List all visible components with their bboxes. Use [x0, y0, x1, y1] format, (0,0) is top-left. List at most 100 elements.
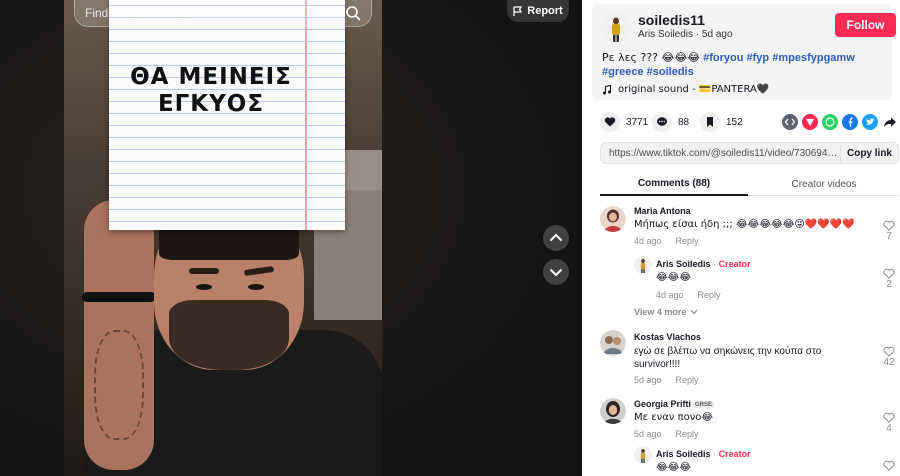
send-to-friends-icon[interactable] — [802, 114, 818, 130]
copy-link-button[interactable]: Copy link — [840, 142, 898, 164]
paper-margin — [305, 0, 307, 230]
reply-item: Aris Soiledis · Creator 😂😂😂 — [634, 446, 899, 476]
hashtag-soiledis[interactable]: #soiledis — [647, 66, 694, 78]
reply-meta: 4d ago Reply — [656, 290, 721, 300]
paper-line-1: ΘΑ ΜΕΙΝΕΙΣ — [130, 64, 292, 90]
separator: · — [713, 259, 717, 269]
follow-button[interactable]: Follow — [835, 13, 896, 37]
comment-like[interactable]: 4 — [879, 412, 899, 434]
whatsapp-icon[interactable] — [822, 114, 838, 130]
reply-avatar[interactable] — [634, 446, 652, 464]
commenter-name-text[interactable]: Georgia Prifti — [634, 399, 691, 409]
like-count: 3771 — [626, 116, 649, 128]
video-player[interactable]: ΘΑ ΜΕΙΝΕΙΣ ΕΓΚΥΟΣ Report — [0, 0, 582, 476]
reply-text: 😂😂😂 — [656, 272, 692, 283]
save-count: 152 — [726, 116, 743, 128]
reply-button[interactable]: Reply — [676, 236, 699, 246]
comment-like[interactable]: 42 — [879, 346, 899, 368]
avatar-image — [600, 12, 632, 44]
music-note-icon — [603, 84, 612, 94]
video-caption: Ρε λες ??? 😂😂😂 #foryou #fyp #mpesfypgamw… — [602, 51, 892, 79]
reply-time: 4d ago — [656, 290, 684, 300]
bookmark-icon — [700, 112, 720, 132]
author-subtitle: Aris Soiledis · 5d ago — [638, 29, 733, 40]
comment-meta: 4d ago Reply — [634, 236, 699, 246]
comment-count: 88 — [678, 116, 690, 128]
comment-item: Georgia Prifti GRSE Με εναν πονο😂 5d ago … — [600, 398, 899, 476]
reply-button[interactable]: Reply — [676, 375, 699, 385]
author-display-name: Aris Soiledis — [638, 29, 694, 40]
commenter-name[interactable]: Kostas Vlachos — [634, 332, 701, 342]
creator-badge: Creator — [718, 259, 751, 269]
commenter-name: Georgia Prifti GRSE — [634, 399, 715, 409]
embed-icon[interactable] — [782, 114, 798, 130]
hashtag-mpesfypgamw[interactable]: #mpesfypgamw — [772, 52, 855, 64]
reply-avatar[interactable] — [634, 256, 652, 274]
video-info-card: soiledis11 Aris Soiledis · 5d ago Follow… — [592, 4, 896, 100]
reply-like[interactable]: 2 — [879, 268, 899, 290]
sound-label: original sound - 💳PANTERA🖤 — [618, 84, 770, 95]
report-button[interactable]: Report — [507, 0, 569, 22]
commenter-avatar[interactable] — [600, 330, 626, 356]
panel-tabs: Comments (88) Creator videos — [600, 172, 899, 196]
comment-time: 4d ago — [634, 236, 662, 246]
heart-outline-icon — [883, 220, 895, 231]
heart-outline-icon — [883, 412, 895, 423]
commenter-name[interactable]: Maria Antona — [634, 206, 691, 216]
search-bar[interactable] — [74, 0, 372, 27]
video-url[interactable]: https://www.tiktok.com/@soiledis11/video… — [601, 148, 840, 159]
comment-like[interactable]: 7 — [879, 220, 899, 242]
view-more-replies[interactable]: View 4 more — [634, 307, 698, 317]
hashtag-foryou[interactable]: #foryou — [703, 52, 743, 64]
hashtag-fyp[interactable]: #fyp — [747, 52, 770, 64]
reply-button[interactable]: Reply — [698, 290, 721, 300]
comment-icon — [652, 112, 672, 132]
comment-stat[interactable]: 88 — [652, 112, 689, 132]
side-panel: soiledis11 Aris Soiledis · 5d ago Follow… — [582, 0, 900, 476]
reply-author: Aris Soiledis · Creator — [656, 449, 751, 459]
reply-like-count: 2 — [886, 279, 892, 290]
comment-meta: 5d ago Reply — [634, 429, 699, 439]
comment-text: Με εναν πονο😂 — [634, 412, 714, 423]
comment-text: εγώ σε βλέπω να σηκώνεις την κούπα στο s… — [634, 346, 822, 370]
eye-right — [248, 284, 264, 290]
creator-badge: Creator — [718, 449, 751, 459]
twitter-icon[interactable] — [862, 114, 878, 130]
video-link-box: https://www.tiktok.com/@soiledis11/video… — [600, 142, 899, 164]
reply-author-name[interactable]: Aris Soiledis — [656, 449, 711, 459]
hashtag-greece[interactable]: #greece — [602, 66, 644, 78]
chevron-up-icon — [550, 233, 562, 241]
tab-comments[interactable]: Comments (88) — [600, 172, 748, 196]
report-label: Report — [527, 5, 563, 17]
search-input[interactable] — [85, 6, 345, 20]
video-frame[interactable]: ΘΑ ΜΕΙΝΕΙΣ ΕΓΚΥΟΣ — [64, 0, 382, 476]
reply-like[interactable] — [879, 460, 899, 471]
sound-link[interactable]: original sound - 💳PANTERA🖤 — [602, 84, 769, 95]
author-username[interactable]: soiledis11 — [638, 12, 705, 28]
reply-author: Aris Soiledis · Creator — [656, 259, 751, 269]
like-stat[interactable]: 3771 — [600, 112, 648, 132]
next-video-button[interactable] — [543, 259, 569, 285]
reply-author-name[interactable]: Aris Soiledis — [656, 259, 711, 269]
previous-video-button[interactable] — [543, 225, 569, 251]
eyebrow-left — [189, 268, 219, 274]
author-avatar[interactable] — [600, 12, 632, 44]
person-beard — [169, 300, 289, 370]
paper-sign: ΘΑ ΜΕΙΝΕΙΣ ΕΓΚΥΟΣ — [109, 0, 345, 230]
reply-item: Aris Soiledis · Creator 😂😂😂 4d ago Reply… — [634, 256, 899, 304]
share-arrow-icon[interactable] — [882, 114, 898, 130]
save-stat[interactable]: 152 — [700, 112, 743, 132]
paper-line-2: ΕΓΚΥΟΣ — [157, 91, 265, 117]
facebook-icon[interactable] — [842, 114, 858, 130]
comment-time: 5d ago — [634, 375, 662, 385]
eye-left — [196, 284, 212, 290]
search-icon[interactable] — [345, 5, 361, 21]
engagement-bar: 3771 88 152 — [600, 112, 898, 132]
view-more-label: View 4 more — [634, 307, 687, 317]
paper-text: ΘΑ ΜΕΙΝΕΙΣ ΕΓΚΥΟΣ — [119, 64, 303, 118]
reply-button[interactable]: Reply — [676, 429, 699, 439]
commenter-avatar[interactable] — [600, 206, 626, 232]
commenter-avatar[interactable] — [600, 398, 626, 424]
tab-creator-videos[interactable]: Creator videos — [750, 172, 898, 196]
heart-outline-icon — [883, 268, 895, 279]
